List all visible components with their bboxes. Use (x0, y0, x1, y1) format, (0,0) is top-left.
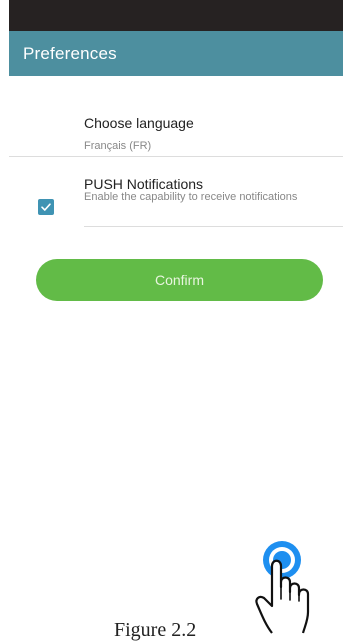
figure-caption: Figure 2.2 (114, 619, 197, 641)
push-notifications-description: Enable the capability to receive notific… (84, 191, 298, 203)
language-setting-value: Français (FR) (84, 140, 152, 152)
confirm-button[interactable]: Confirm (36, 259, 323, 301)
push-notifications-checkbox[interactable] (38, 199, 54, 215)
tap-hand-icon (255, 541, 310, 634)
check-icon (41, 203, 51, 211)
app-bar: Preferences (9, 31, 343, 76)
push-notifications-row[interactable]: PUSH Notifications Enable the capability… (9, 175, 343, 227)
status-bar (9, 0, 343, 31)
push-notifications-divider (84, 226, 343, 227)
page-title: Preferences (23, 43, 117, 63)
language-setting-title: Choose language (84, 115, 194, 131)
language-setting-row[interactable]: Choose language Français (FR) (9, 113, 343, 157)
